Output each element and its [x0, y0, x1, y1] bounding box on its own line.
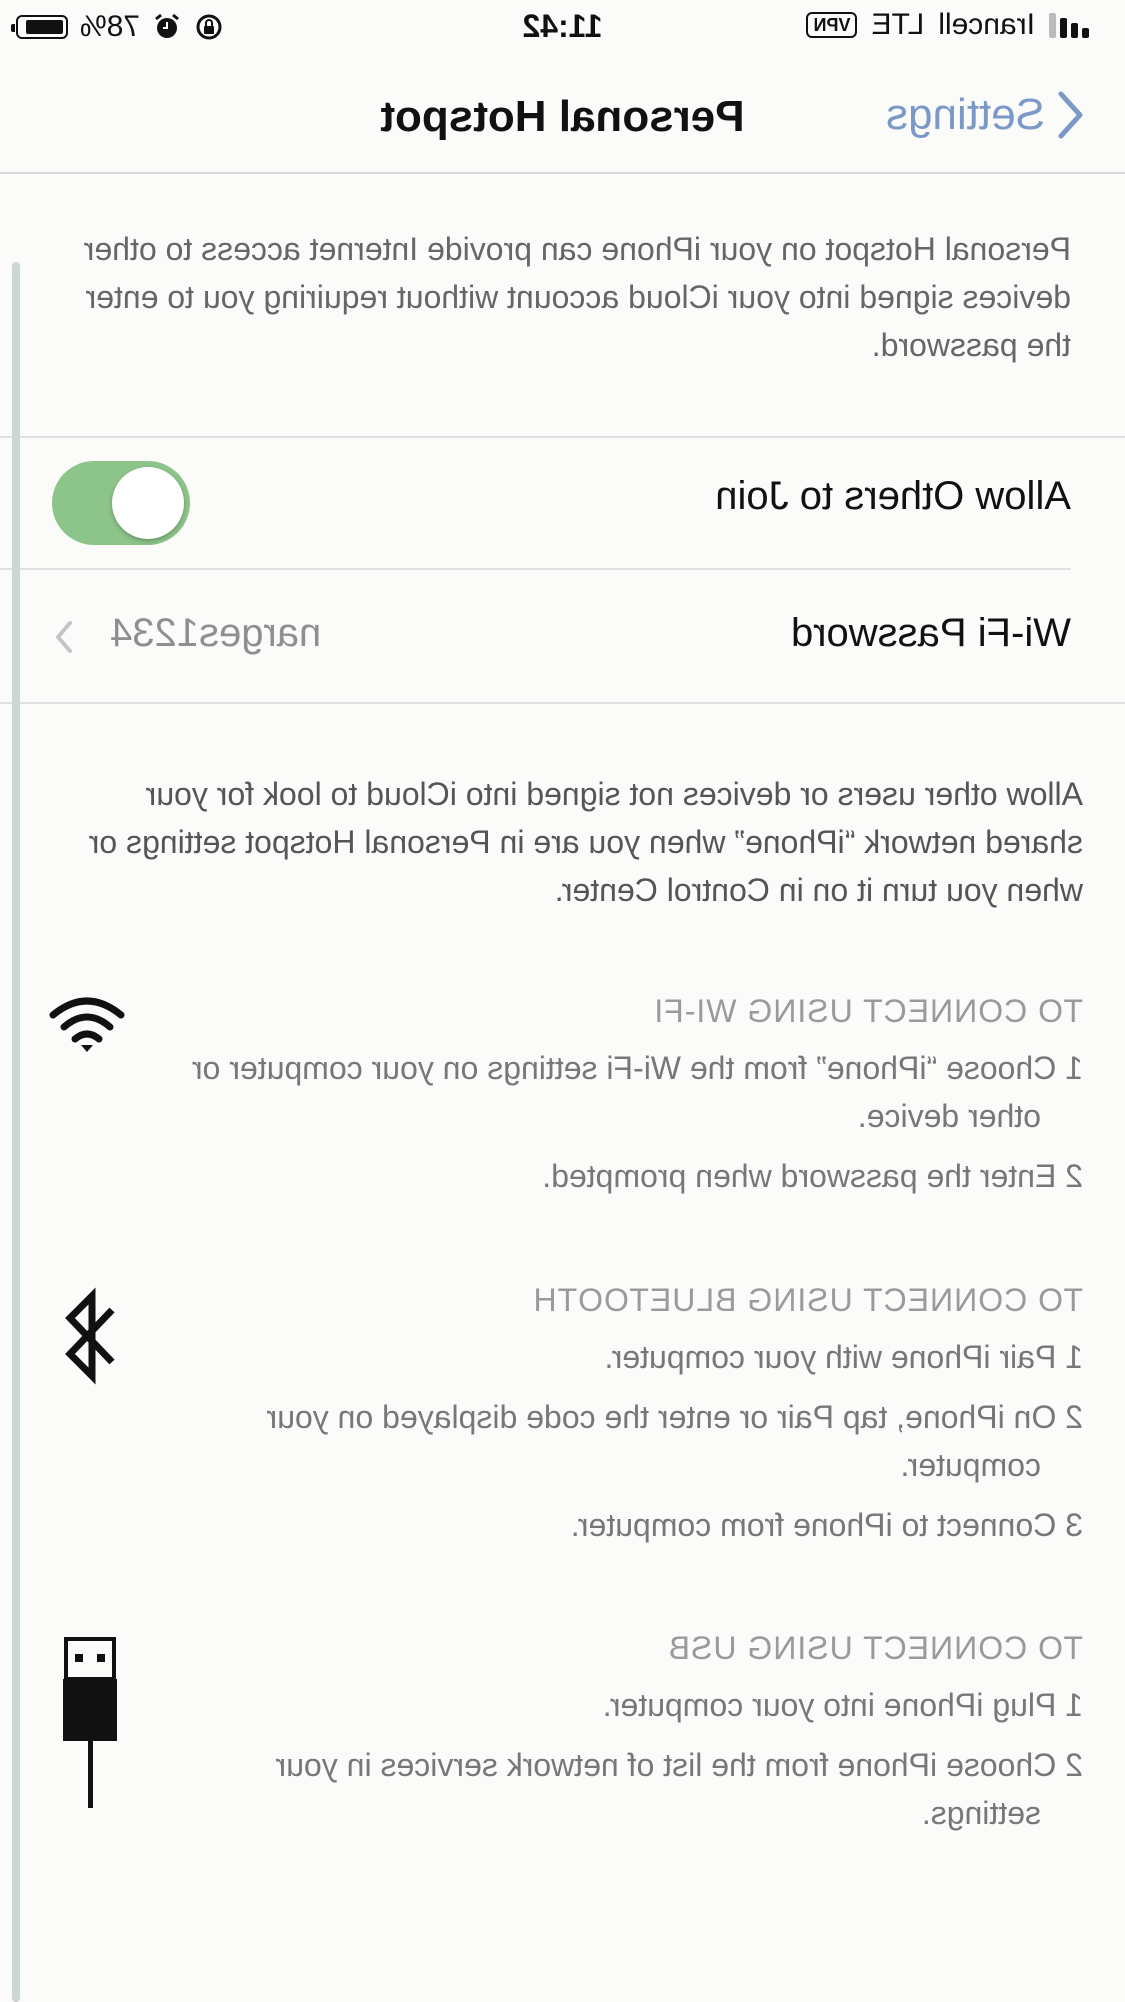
intro-description: Personal Hotspot on your iPhone can prov…: [83, 231, 1071, 363]
bluetooth-icon: [65, 1287, 115, 1385]
row-divider: [0, 568, 1071, 570]
wifi-icon: [49, 997, 125, 1052]
group-bottom-divider: [0, 702, 1125, 704]
toggle-knob: [112, 467, 184, 539]
battery-percent: 78%: [80, 10, 141, 43]
chevron-right-icon: [56, 621, 72, 653]
mirrored-screen: Irancell LTE VPN 11:42 78% Settings Pers…: [0, 0, 1125, 2002]
allow-description: Allow other users or devices not signed …: [88, 776, 1083, 908]
status-right-group: 78%: [16, 10, 224, 44]
battery-icon: [16, 15, 68, 39]
usb-step-2: 2 Choose iPhone from the list of network…: [275, 1747, 1083, 1831]
usb-instructions: TO CONNECT USING USB 1 Plug iPhone into …: [183, 1630, 1083, 1849]
wifi-password-label: Wi-Fi Password: [790, 611, 1071, 655]
bluetooth-section-heading: TO CONNECT USING BLUETOOTH: [532, 1282, 1083, 1318]
usb-section-heading: TO CONNECT USING USB: [667, 1630, 1083, 1666]
page-title: Personal Hotspot: [380, 92, 745, 141]
status-bar: Irancell LTE VPN 11:42 78%: [0, 0, 1125, 56]
wifi-step-1: 1 Choose “iPhone” from the Wi-Fi setting…: [191, 1050, 1083, 1134]
bluetooth-step-1: 1 Pair iPhone with your computer.: [604, 1339, 1083, 1375]
wifi-password-value: narges1234: [110, 611, 322, 655]
usb-step-1: 1 Plug iPhone into your computer.: [602, 1687, 1083, 1723]
alarm-icon: [155, 13, 179, 38]
group-top-divider: [0, 436, 1125, 438]
wifi-section-heading: TO CONNECT USING WI-FI: [653, 993, 1083, 1029]
wifi-instructions: TO CONNECT USING WI-FI 1 Choose “iPhone”…: [183, 993, 1083, 1212]
scroll-indicator: [12, 262, 20, 2002]
usb-cable-icon: [63, 1637, 117, 1808]
wifi-step-2: 2 Enter the password when prompted.: [542, 1158, 1083, 1194]
orientation-lock-icon: [196, 14, 222, 40]
bluetooth-step-2: 2 On iPhone, tap Pair or enter the code …: [266, 1399, 1083, 1483]
navigation-bar: Settings Personal Hotspot: [0, 62, 1125, 174]
allow-others-toggle[interactable]: [52, 461, 190, 545]
bluetooth-instructions: TO CONNECT USING BLUETOOTH 1 Pair iPhone…: [183, 1282, 1083, 1561]
allow-others-label: Allow Others to Join: [715, 474, 1071, 518]
bluetooth-step-3: 3 Connect to iPhone from computer.: [570, 1507, 1083, 1543]
